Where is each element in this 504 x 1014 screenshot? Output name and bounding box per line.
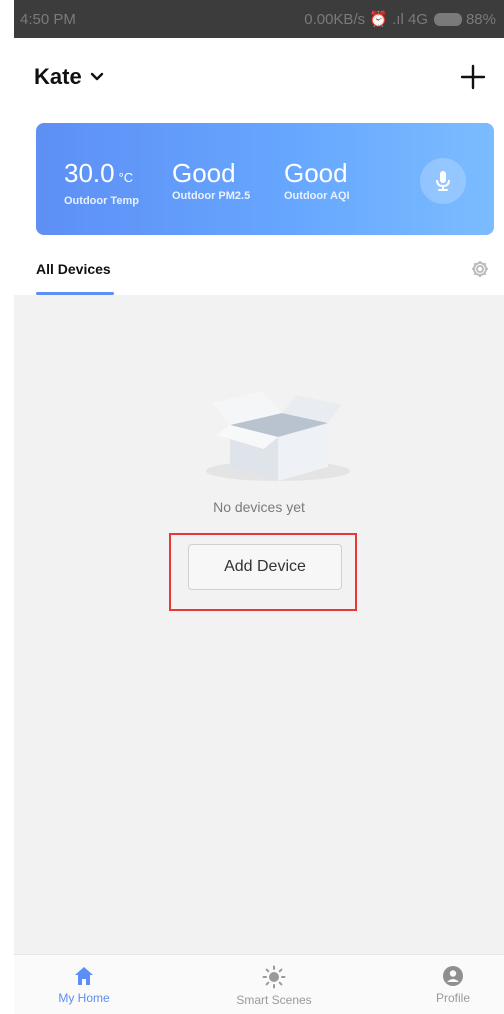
outdoor-pm25: Good Outdoor PM2.5: [172, 159, 250, 202]
network-status: 0.00KB/s ⏰ .ıl 4G: [304, 11, 428, 28]
nav-profile[interactable]: Profile: [418, 955, 488, 1014]
voice-button[interactable]: [420, 158, 466, 204]
status-indicators: 0.00KB/s ⏰ .ıl 4G 88%: [304, 10, 496, 29]
user-icon: [443, 966, 463, 986]
status-time: 4:50 PM: [20, 10, 76, 28]
home-selector[interactable]: Kate: [34, 64, 104, 90]
room-settings-button[interactable]: [470, 259, 490, 279]
device-list-area: No devices yet Add Device: [14, 295, 504, 954]
microphone-icon: [436, 171, 450, 191]
aqi-label: Outdoor AQI: [284, 190, 350, 202]
nav-my-home[interactable]: My Home: [44, 955, 124, 1014]
battery-icon: [433, 12, 462, 26]
empty-message: No devices yet: [213, 499, 305, 515]
weather-card[interactable]: 30.0 °C Outdoor Temp Good Outdoor PM2.5 G…: [36, 123, 494, 235]
outdoor-aqi: Good Outdoor AQI: [284, 159, 350, 202]
nav-label-my-home: My Home: [58, 991, 110, 1005]
add-button[interactable]: [458, 62, 488, 92]
nav-label-smart-scenes: Smart Scenes: [236, 993, 312, 1007]
temp-value: 30.0: [64, 158, 115, 188]
bottom-navigation: My Home Smart Scenes Profile: [14, 954, 504, 1014]
home-icon: [75, 967, 93, 985]
aqi-value: Good: [284, 158, 348, 188]
battery-indicator: 88%: [433, 10, 496, 28]
pm25-value: Good: [172, 158, 236, 188]
status-bar: 4:50 PM 0.00KB/s ⏰ .ıl 4G 88%: [14, 0, 504, 38]
plus-icon: [460, 64, 486, 90]
tab-all-devices[interactable]: All Devices: [36, 261, 111, 277]
battery-level: 88%: [465, 10, 496, 28]
nav-label-profile: Profile: [435, 991, 470, 1005]
temp-label: Outdoor Temp: [64, 195, 139, 207]
empty-box-icon: [200, 385, 354, 485]
add-device-button[interactable]: Add Device: [188, 544, 342, 590]
app-screen: 4:50 PM 0.00KB/s ⏰ .ıl 4G 88% Kate 30.0 °…: [14, 0, 504, 1014]
sun-icon: [262, 965, 286, 989]
header: Kate: [14, 52, 504, 102]
nav-smart-scenes[interactable]: Smart Scenes: [214, 955, 334, 1014]
device-tabs: All Devices: [14, 245, 504, 295]
outdoor-temp: 30.0 °C Outdoor Temp: [64, 159, 139, 207]
temp-unit: °C: [118, 170, 134, 185]
chevron-down-icon: [90, 72, 104, 82]
gear-icon: [472, 261, 488, 277]
pm25-label: Outdoor PM2.5: [172, 190, 251, 202]
home-name: Kate: [34, 64, 82, 89]
